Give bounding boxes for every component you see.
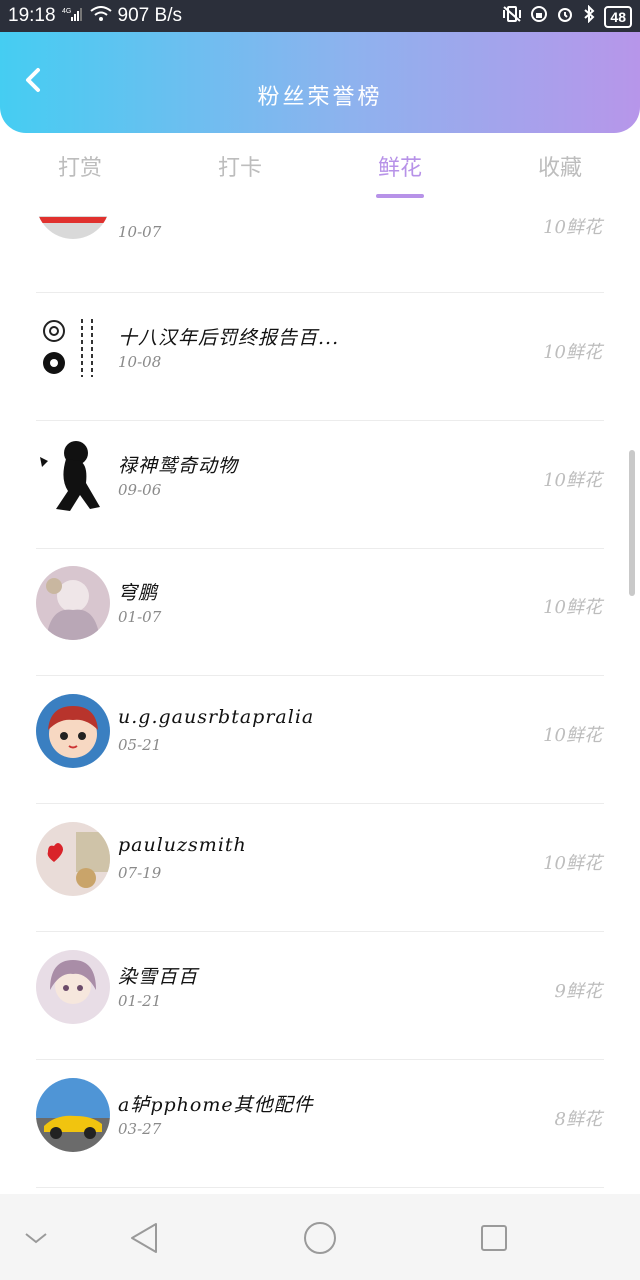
anime-girl-avatar <box>36 950 110 1024</box>
list-item-name: u.g.gausrbtapralia <box>118 706 315 728</box>
svg-text:4G: 4G <box>62 8 71 15</box>
avatar <box>36 1078 110 1152</box>
avatar <box>36 216 110 239</box>
list-item-date: 07-19 <box>118 864 162 882</box>
alarm-icon <box>556 5 574 28</box>
list-item-date: 03-27 <box>118 1120 162 1138</box>
list-item-count: 8鲜花 <box>554 1109 602 1130</box>
back-nav-button[interactable] <box>124 1216 168 1260</box>
page-title: 粉丝荣誉榜 <box>257 85 383 110</box>
hide-nav-button[interactable] <box>14 1216 58 1260</box>
divider <box>36 1187 604 1188</box>
tab-label: 打赏 <box>57 156 102 181</box>
list-item-date: 10-08 <box>118 353 162 371</box>
tab-label: 打卡 <box>217 156 262 181</box>
fan-list[interactable]: 10-07 10鲜花 十八汉年后罚终报告百... 10-08 10鲜花 禄神鹫奇… <box>0 216 640 1194</box>
back-triangle-icon <box>131 1223 157 1253</box>
anime-girl-avatar <box>36 566 110 640</box>
list-item[interactable]: u.g.gausrbtapralia 05-21 10鲜花 <box>0 676 640 804</box>
cartoon-face-avatar <box>36 694 110 768</box>
tab-label: 鲜花 <box>377 156 422 181</box>
list-item-name: 十八汉年后罚终报告百... <box>118 327 340 349</box>
home-nav-button[interactable] <box>298 1216 342 1260</box>
heart-photo-avatar <box>36 822 110 896</box>
list-item-count: 10鲜花 <box>543 725 602 746</box>
tab-label: 收藏 <box>537 156 582 181</box>
list-item-date: 01-07 <box>118 608 162 626</box>
avatar <box>36 822 110 896</box>
home-circle-icon <box>304 1222 336 1254</box>
silhouette-avatar <box>36 439 110 513</box>
list-item-count: 10鲜花 <box>543 470 602 491</box>
list-item[interactable]: a轳pphome其他配件 03-27 8鲜花 <box>0 1060 640 1188</box>
list-item[interactable]: 穹鹏 01-07 10鲜花 <box>0 548 640 676</box>
network-speed: 907 B/s <box>117 5 182 26</box>
tab-reward[interactable]: 打赏 <box>0 140 160 200</box>
tab-checkin[interactable]: 打卡 <box>160 140 320 200</box>
avatar <box>36 311 110 385</box>
flower-text-avatar <box>36 311 110 385</box>
status-bar: 19:18 4G 907 B/s 48 <box>0 0 640 32</box>
list-item-name: 染雪百百 <box>118 966 199 988</box>
list-item-count: 10鲜花 <box>543 853 602 874</box>
list-item-count: 10鲜花 <box>543 342 602 363</box>
list-item-date: 05-21 <box>118 736 162 754</box>
avatar <box>36 566 110 640</box>
signal-icon: 4G <box>62 6 84 27</box>
list-item-date: 01-21 <box>118 992 162 1010</box>
list-item-count: 9鲜花 <box>554 981 602 1002</box>
list-item-name: pauluzsmith <box>118 834 247 856</box>
list-item-count: 10鲜花 <box>543 217 602 238</box>
tab-favorites[interactable]: 收藏 <box>480 140 640 200</box>
list-item-date: 09-06 <box>118 481 162 499</box>
chevron-down-icon <box>25 1233 47 1244</box>
partial-avatar <box>36 216 110 239</box>
avatar <box>36 694 110 768</box>
tab-flowers[interactable]: 鲜花 <box>320 140 480 200</box>
recents-nav-button[interactable] <box>472 1216 516 1260</box>
list-item[interactable]: 染雪百百 01-21 9鲜花 <box>0 932 640 1060</box>
battery-indicator: 48 <box>604 5 632 28</box>
list-item[interactable]: 禄神鹫奇动物 09-06 10鲜花 <box>0 421 640 549</box>
tab-bar: 打赏 打卡 鲜花 收藏 <box>0 140 640 200</box>
list-item-count: 10鲜花 <box>543 597 602 618</box>
list-item[interactable]: 十八汉年后罚终报告百... 10-08 10鲜花 <box>0 293 640 421</box>
scrollbar[interactable] <box>629 450 635 596</box>
bluetooth-icon <box>582 4 596 28</box>
yellow-car-avatar <box>36 1078 110 1152</box>
active-tab-indicator <box>376 194 424 198</box>
wifi-icon <box>89 5 112 27</box>
list-item-name: 禄神鹫奇动物 <box>118 455 239 477</box>
list-item[interactable]: 10-07 10鲜花 <box>0 216 640 293</box>
lock-rotation-icon <box>530 5 548 28</box>
vibrate-icon <box>502 5 522 28</box>
header: 粉丝荣誉榜 <box>0 32 640 133</box>
recents-square-icon <box>481 1225 507 1251</box>
list-item-date: 10-07 <box>118 223 162 241</box>
list-item-name: a轳pphome其他配件 <box>118 1094 314 1116</box>
list-item[interactable]: pauluzsmith 07-19 10鲜花 <box>0 804 640 932</box>
avatar <box>36 439 110 513</box>
system-nav-bar <box>0 1194 640 1280</box>
list-item-name: 穹鹏 <box>118 582 159 604</box>
avatar <box>36 950 110 1024</box>
clock: 19:18 <box>8 5 56 26</box>
